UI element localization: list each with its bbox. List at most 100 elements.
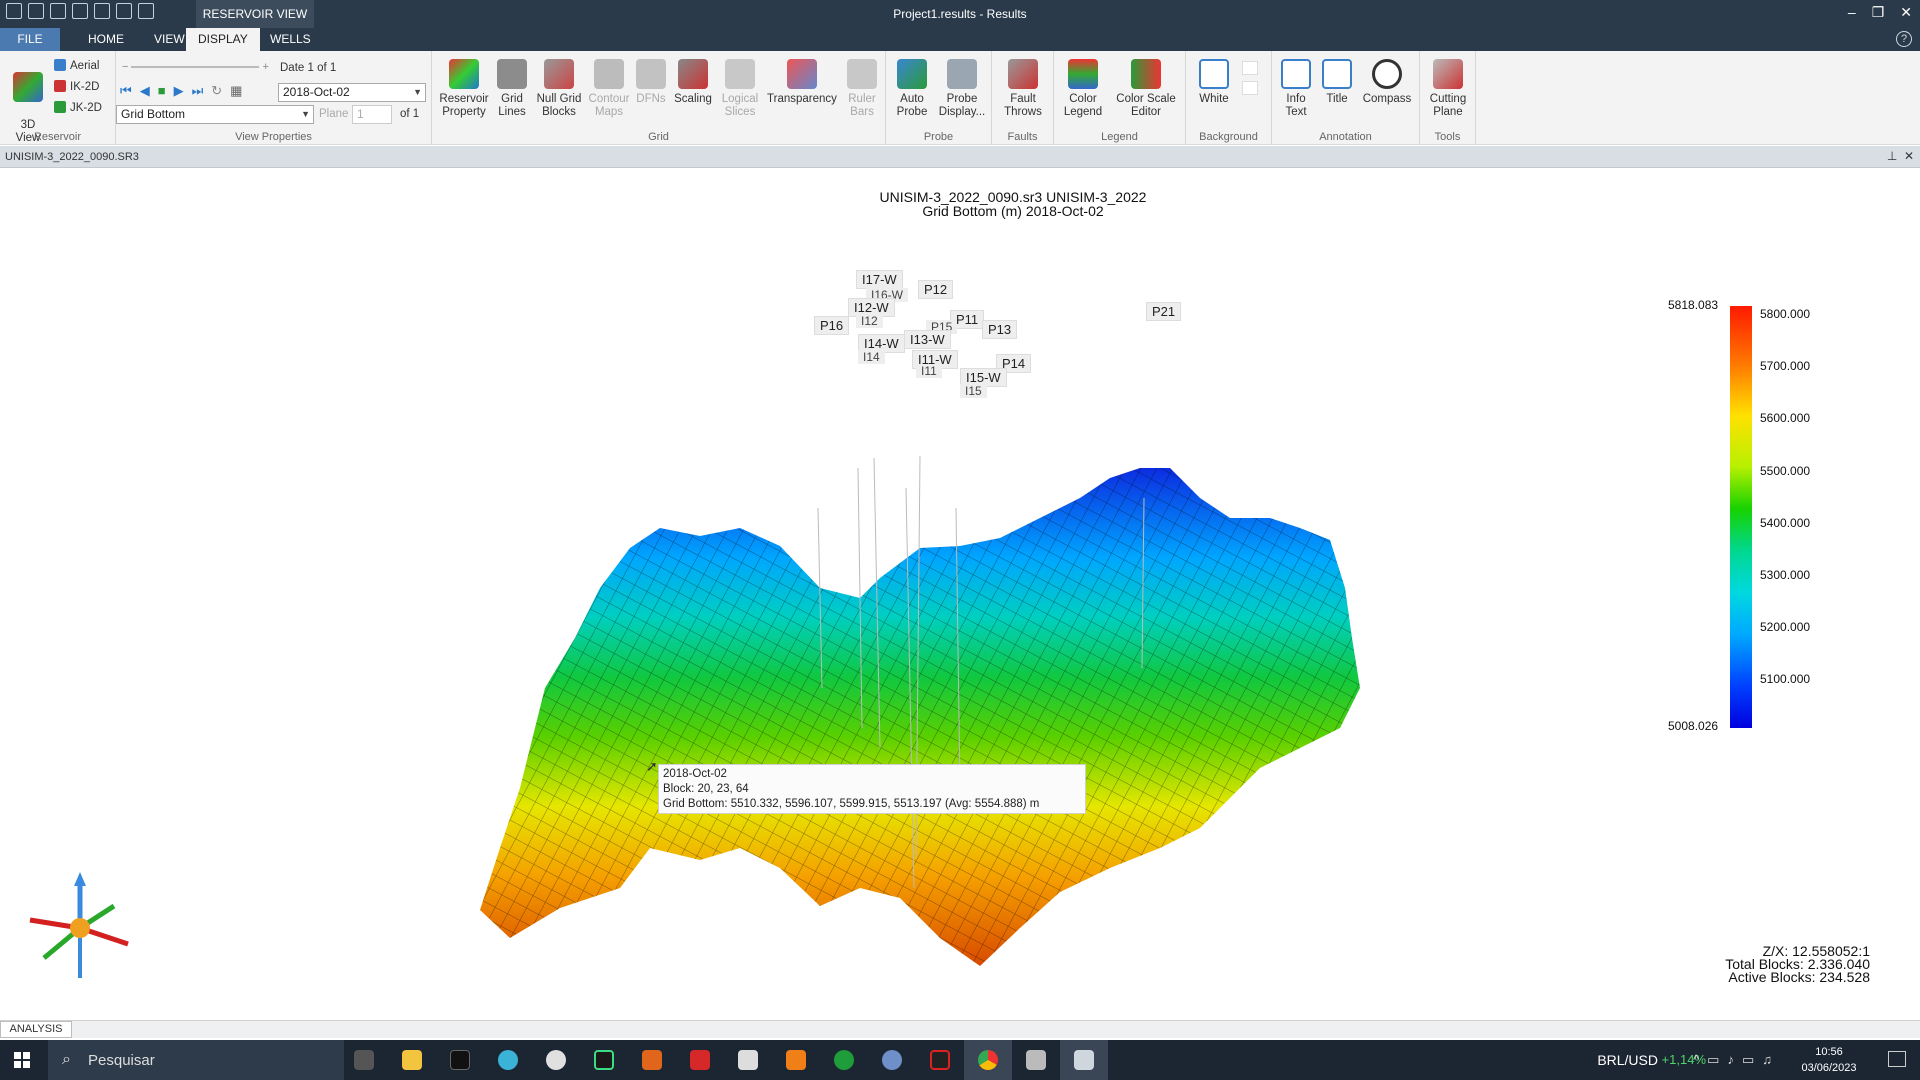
- date-select[interactable]: 2018-Oct-02 ▼: [278, 83, 426, 102]
- recorder-icon[interactable]: [916, 1040, 964, 1080]
- cutting-plane-button[interactable]: Cutting Plane: [1424, 59, 1472, 119]
- taskbar-search[interactable]: ⌕ Pesquisar: [48, 1040, 344, 1080]
- clock-date: 03/06/2023: [1801, 1062, 1857, 1074]
- grid-lines-icon: [497, 59, 527, 89]
- legend-min-label: 5008.026: [1668, 719, 1719, 733]
- well-label[interactable]: P12: [918, 280, 954, 299]
- previous-frame-icon[interactable]: ◀: [140, 84, 150, 98]
- group-annotation: Info Text Title Compass Annotation: [1272, 51, 1420, 145]
- last-frame-icon[interactable]: ⏭: [192, 84, 204, 98]
- auto-probe-button[interactable]: Auto Probe: [890, 59, 934, 119]
- color-legend-button[interactable]: Color Legend: [1060, 59, 1106, 119]
- terminal-icon[interactable]: [436, 1040, 484, 1080]
- help-icon[interactable]: ?: [1896, 31, 1912, 47]
- matlab-icon[interactable]: [628, 1040, 676, 1080]
- well-label[interactable]: P16: [814, 316, 850, 335]
- restore-icon[interactable]: ❐: [1872, 4, 1885, 21]
- null-grid-blocks-icon: [544, 59, 574, 89]
- document-tab-label[interactable]: UNISIM-3_2022_0090.SR3: [5, 151, 139, 163]
- well-label[interactable]: I13-W: [904, 330, 951, 349]
- tab-file[interactable]: FILE: [0, 28, 60, 51]
- taskbar-clock[interactable]: 10:56 03/06/2023: [1794, 1044, 1864, 1076]
- property-select[interactable]: Grid Bottom ▼: [116, 105, 314, 124]
- transparency-button[interactable]: Transparency: [764, 59, 840, 106]
- results-app-icon[interactable]: [1060, 1040, 1108, 1080]
- dfns-button[interactable]: DFNs: [634, 59, 668, 106]
- r-app-icon[interactable]: [868, 1040, 916, 1080]
- search-placeholder: Pesquisar: [88, 1052, 155, 1069]
- tab-wells[interactable]: WELLS: [258, 28, 323, 51]
- well-label[interactable]: I14: [858, 350, 885, 364]
- contour-maps-button[interactable]: Contour Maps: [586, 59, 632, 119]
- fault-throws-button[interactable]: Fault Throws: [998, 59, 1048, 119]
- first-frame-icon[interactable]: ⏮: [120, 84, 132, 98]
- compass-button[interactable]: Compass: [1358, 59, 1416, 106]
- ik-2d-button[interactable]: IK-2D: [54, 80, 99, 93]
- date-slider[interactable]: − +: [122, 61, 269, 73]
- scaling-button[interactable]: Scaling: [670, 59, 716, 106]
- group-label-view-properties: View Properties: [235, 131, 312, 143]
- pycharm-icon[interactable]: [580, 1040, 628, 1080]
- cmg-icon[interactable]: [1012, 1040, 1060, 1080]
- sublime-icon[interactable]: [772, 1040, 820, 1080]
- task-view-icon[interactable]: [340, 1040, 388, 1080]
- legend-max-label: 5818.083: [1668, 298, 1719, 312]
- probe-display-button[interactable]: Probe Display...: [936, 59, 988, 119]
- analysis-tab[interactable]: ANALYSIS: [0, 1021, 72, 1038]
- loop-icon[interactable]: ↻: [211, 84, 222, 98]
- reservoir-property-button[interactable]: Reservoir Property: [438, 59, 490, 119]
- legend-tick: 5300.000: [1760, 568, 1811, 582]
- reservoir-surface[interactable]: [0, 168, 1920, 1020]
- window-controls: – ❐ ✕: [1848, 4, 1912, 21]
- browser-icon[interactable]: [484, 1040, 532, 1080]
- tab-home[interactable]: HOME: [76, 28, 136, 51]
- ruler-bars-button[interactable]: Ruler Bars: [842, 59, 882, 119]
- well-label[interactable]: P21: [1146, 302, 1182, 321]
- settings-app-icon[interactable]: [676, 1040, 724, 1080]
- well-label[interactable]: P13: [982, 320, 1018, 339]
- pin-icon[interactable]: ⊥: [1887, 149, 1897, 163]
- chrome-icon[interactable]: [964, 1040, 1012, 1080]
- title-bar: RESERVOIR VIEW Project1.results - Result…: [0, 0, 1920, 28]
- grid-lines-button[interactable]: Grid Lines: [492, 59, 532, 119]
- stop-icon[interactable]: ■: [158, 84, 166, 98]
- well-label[interactable]: I15: [960, 384, 987, 398]
- date-calendar-icon[interactable]: ▦: [230, 84, 242, 98]
- compass-icon: [1372, 59, 1402, 89]
- white-background-button[interactable]: White: [1194, 59, 1234, 106]
- plane-stepper[interactable]: 1: [352, 105, 392, 124]
- jk-2d-button[interactable]: JK-2D: [54, 101, 102, 114]
- minimize-icon[interactable]: –: [1848, 4, 1856, 21]
- aerial-button[interactable]: Aerial: [54, 59, 99, 72]
- well-label[interactable]: I17-W: [856, 270, 903, 289]
- legend-tick: 5800.000: [1760, 307, 1811, 321]
- file-explorer-icon[interactable]: [388, 1040, 436, 1080]
- tab-display[interactable]: DISPLAY: [186, 28, 260, 51]
- well-label[interactable]: I12: [856, 314, 883, 328]
- 3d-viewport[interactable]: UNISIM-3_2022_0090.sr3 UNISIM-3_2022 Gri…: [0, 168, 1920, 1020]
- close-icon[interactable]: ✕: [1900, 4, 1912, 21]
- sync-app-icon[interactable]: [820, 1040, 868, 1080]
- title-button[interactable]: Title: [1320, 59, 1354, 106]
- windows-start-icon[interactable]: [14, 1052, 30, 1068]
- playback-controls: ⏮ ◀ ■ ▶ ⏭ ↻ ▦: [120, 84, 242, 98]
- document-app-icon[interactable]: [724, 1040, 772, 1080]
- background-swatch[interactable]: [1242, 81, 1258, 95]
- axis-triad[interactable]: [24, 872, 134, 982]
- well-label[interactable]: I11: [916, 364, 942, 378]
- background-swatch[interactable]: [1242, 61, 1258, 75]
- group-legend: Color Legend Color Scale Editor Legend: [1054, 51, 1186, 145]
- group-label-reservoir: Reservoir: [33, 131, 82, 143]
- reservoir-property-icon: [449, 59, 479, 89]
- system-tray-icons[interactable]: ^▭♪▭♫: [1693, 1052, 1780, 1068]
- slack-icon[interactable]: [532, 1040, 580, 1080]
- color-scale-editor-button[interactable]: Color Scale Editor: [1110, 59, 1182, 119]
- null-grid-blocks-button[interactable]: Null Grid Blocks: [534, 59, 584, 119]
- currency-widget[interactable]: BRL/USD: [1597, 1052, 1658, 1068]
- play-icon[interactable]: ▶: [174, 84, 184, 98]
- info-text-button[interactable]: Info Text: [1276, 59, 1316, 119]
- logical-slices-button[interactable]: Logical Slices: [718, 59, 762, 119]
- notification-icon[interactable]: [1888, 1051, 1906, 1067]
- taskbar: ⌕ Pesquisar BRL/USD +1,14% ^▭♪▭♫ 10:56 0…: [0, 1040, 1920, 1080]
- close-document-icon[interactable]: ✕: [1904, 149, 1914, 163]
